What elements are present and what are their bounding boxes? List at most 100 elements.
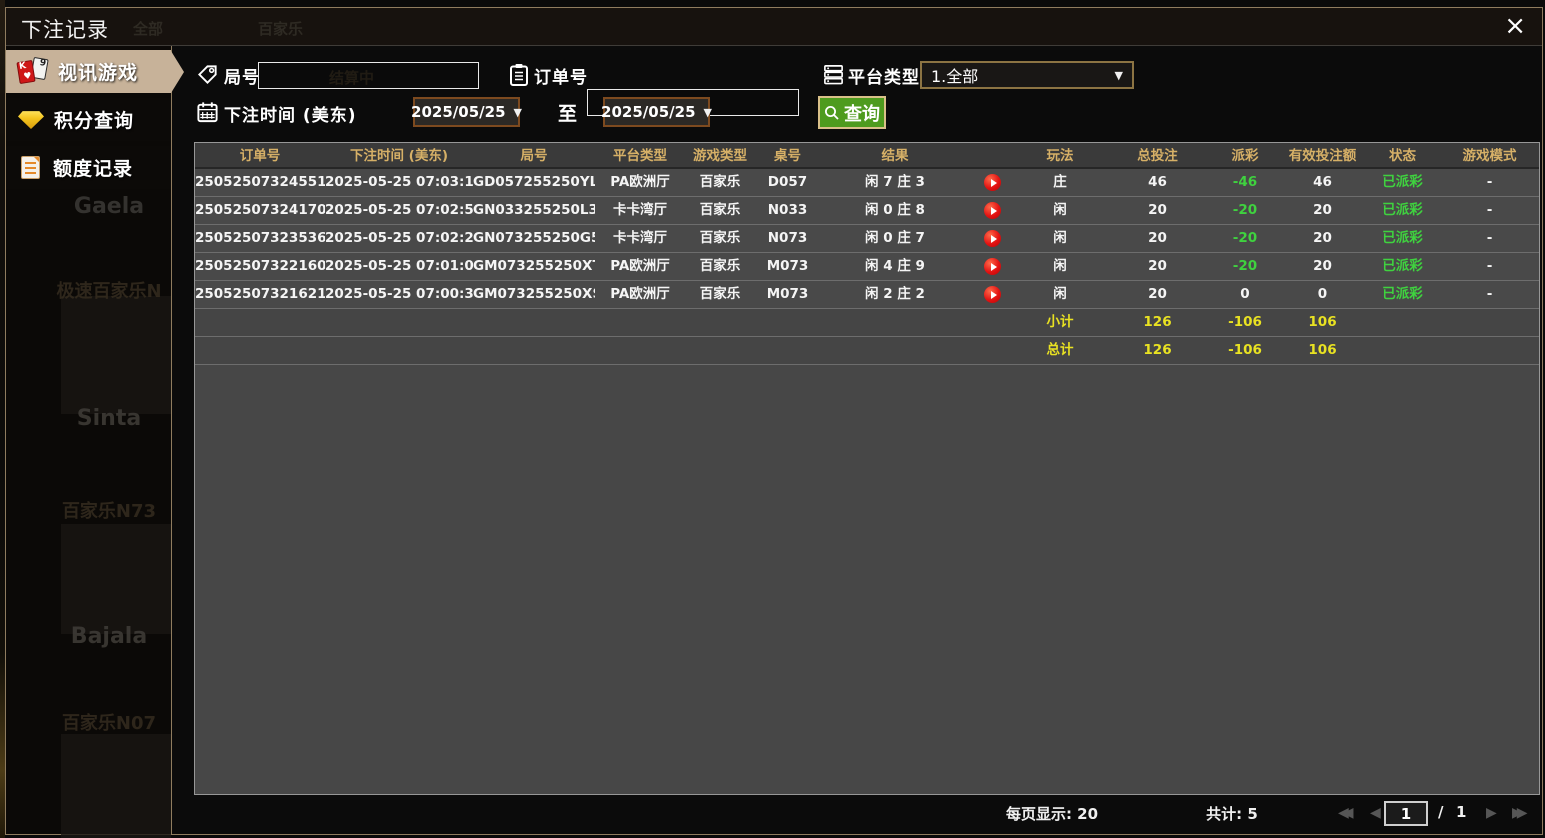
replay-video-icon[interactable] bbox=[984, 230, 1001, 247]
cell-platform: PA欧洲厅 bbox=[610, 258, 670, 274]
background-ghost-text: Gaela bbox=[73, 194, 145, 219]
cell-table_no: D057 bbox=[767, 174, 808, 190]
round-number-input[interactable]: 结算中 bbox=[258, 62, 479, 89]
cell-result: 闲 4 庄 9 bbox=[865, 258, 925, 274]
clipboard-icon bbox=[508, 63, 530, 87]
column-header: 游戏模式 bbox=[1462, 148, 1517, 164]
sidebar-item-label: 视讯游戏 bbox=[58, 62, 139, 84]
background-ghost-text: 极速百家乐N bbox=[56, 281, 162, 302]
empty-cell bbox=[970, 309, 1015, 336]
cell-bet_on: 闲 bbox=[1053, 258, 1067, 274]
previous-page-icon[interactable]: ◀ bbox=[1370, 805, 1381, 821]
empty-cell bbox=[473, 309, 595, 336]
close-icon[interactable]: × bbox=[1504, 12, 1526, 40]
filter-row-2: 下注时间 (美东) 2025/05/25 ▼ 至 2025/05/25 ▼ 查询 bbox=[172, 95, 1542, 129]
cell-round_id: GD057255250YL bbox=[473, 174, 595, 190]
cell-total_bet: 20 bbox=[1148, 202, 1167, 218]
column-header: 下注时间 (美东) bbox=[349, 148, 449, 164]
cell-platform: 卡卡湾厅 bbox=[613, 202, 667, 218]
bet-time-label: 下注时间 (美东) bbox=[224, 106, 357, 126]
chevron-down-icon: ▼ bbox=[1114, 68, 1123, 82]
replay-video-icon[interactable] bbox=[984, 202, 1001, 219]
filter-row-1: 局号 结算中 订单号 平台类型 1.全部 ▼ bbox=[172, 60, 1542, 116]
sidebar-item-points-query[interactable]: 积分查询 bbox=[6, 98, 171, 141]
cell-valid_bet: 0 bbox=[1317, 286, 1328, 302]
cell-time: 2025-05-25 07:03:19 bbox=[325, 174, 473, 190]
empty-cell bbox=[1440, 337, 1539, 364]
empty-cell bbox=[820, 309, 970, 336]
cell-play bbox=[970, 169, 1015, 196]
cell-play bbox=[970, 281, 1015, 308]
sidebar-item-quota-records[interactable]: 额度记录 bbox=[6, 146, 171, 189]
last-page-icon[interactable]: ▶▶ bbox=[1512, 805, 1527, 821]
cell-table_no: N073 bbox=[767, 230, 808, 246]
cell-payout: -46 bbox=[1232, 174, 1258, 190]
cell-status: 已派彩 bbox=[1382, 286, 1423, 302]
main-panel: 局号 结算中 订单号 平台类型 1.全部 ▼ 下注时间 (美东) 2025/05… bbox=[172, 46, 1542, 834]
total-cell: 126 bbox=[1143, 342, 1172, 358]
total-cell: 106 bbox=[1308, 314, 1337, 330]
cell-platform: PA欧洲厅 bbox=[610, 174, 670, 190]
cell-status: 已派彩 bbox=[1382, 230, 1423, 246]
cell-round_id: GM073255250XS bbox=[473, 286, 595, 302]
cell-platform: 卡卡湾厅 bbox=[613, 230, 667, 246]
empty-cell bbox=[1440, 309, 1539, 336]
cell-mode: - bbox=[1486, 174, 1493, 190]
replay-video-icon[interactable] bbox=[984, 258, 1001, 275]
table-row: 250525073245519 2025-05-25 07:03:19 GD0572… bbox=[195, 169, 1539, 197]
playing-cards-icon: 9 K ♥ bbox=[16, 56, 49, 84]
date-from-picker[interactable]: 2025/05/25 ▼ bbox=[411, 97, 522, 127]
table-row: 250525073216212 2025-05-25 07:00:36 GM0732… bbox=[195, 281, 1539, 309]
cell-result: 闲 0 庄 7 bbox=[865, 230, 925, 246]
cell-result: 闲 2 庄 2 bbox=[865, 286, 925, 302]
column-header: 派彩 bbox=[1231, 148, 1259, 164]
cell-time: 2025-05-25 07:00:36 bbox=[325, 286, 473, 302]
empty-cell bbox=[595, 309, 685, 336]
cell-valid_bet: 46 bbox=[1313, 174, 1332, 190]
sidebar-item-video-games[interactable]: 9 K ♥ 视讯游戏 bbox=[6, 50, 184, 93]
empty-cell bbox=[1365, 337, 1440, 364]
diamond-icon bbox=[18, 111, 44, 129]
next-page-icon[interactable]: ▶ bbox=[1486, 805, 1497, 821]
cell-play bbox=[970, 197, 1015, 224]
cell-order_id: 250525073221606 bbox=[195, 258, 325, 274]
column-header: 结果 bbox=[881, 148, 909, 164]
query-button[interactable]: 查询 bbox=[818, 96, 886, 129]
total-cell: 106 bbox=[1308, 342, 1337, 358]
column-header: 总投注 bbox=[1137, 148, 1178, 164]
cell-table_no: M073 bbox=[766, 286, 809, 302]
cell-mode: - bbox=[1486, 230, 1493, 246]
replay-video-icon[interactable] bbox=[984, 286, 1001, 303]
page-number-input[interactable] bbox=[1384, 801, 1428, 826]
replay-video-icon[interactable] bbox=[984, 174, 1001, 191]
date-to-picker[interactable]: 2025/05/25 ▼ bbox=[601, 97, 712, 127]
cell-total_bet: 20 bbox=[1148, 230, 1167, 246]
cell-game_type: 百家乐 bbox=[699, 174, 741, 190]
table-row: 250525073235362 2025-05-25 07:02:20 GN0732… bbox=[195, 225, 1539, 253]
column-header: 状态 bbox=[1389, 148, 1416, 164]
column-header: 有效投注额 bbox=[1288, 148, 1357, 164]
cell-valid_bet: 20 bbox=[1313, 230, 1332, 246]
cell-game_type: 百家乐 bbox=[699, 286, 741, 302]
background-ghost-text: Bajala bbox=[70, 624, 148, 649]
cell-mode: - bbox=[1486, 258, 1493, 274]
cell-valid_bet: 20 bbox=[1313, 202, 1332, 218]
empty-cell bbox=[970, 337, 1015, 364]
cell-payout: -20 bbox=[1232, 230, 1258, 246]
chevron-down-icon: ▼ bbox=[703, 105, 712, 119]
cell-play bbox=[970, 225, 1015, 252]
total-cell: 小计 bbox=[1046, 314, 1074, 330]
page-separator: / bbox=[1438, 803, 1444, 821]
platform-type-select[interactable]: 1.全部 ▼ bbox=[920, 61, 1134, 89]
empty-cell bbox=[685, 337, 755, 364]
empty-cell bbox=[325, 309, 473, 336]
calendar-icon bbox=[196, 100, 219, 124]
cell-mode: - bbox=[1486, 202, 1493, 218]
cell-order_id: 250525073216212 bbox=[195, 286, 325, 302]
column-header: 玩法 bbox=[1046, 148, 1074, 164]
background-ghost-text: 结算中 bbox=[329, 69, 375, 87]
column-header: 订单号 bbox=[239, 148, 281, 164]
empty-cell bbox=[755, 309, 820, 336]
first-page-icon[interactable]: ◀◀ bbox=[1338, 805, 1353, 821]
cell-bet_on: 庄 bbox=[1053, 174, 1067, 190]
